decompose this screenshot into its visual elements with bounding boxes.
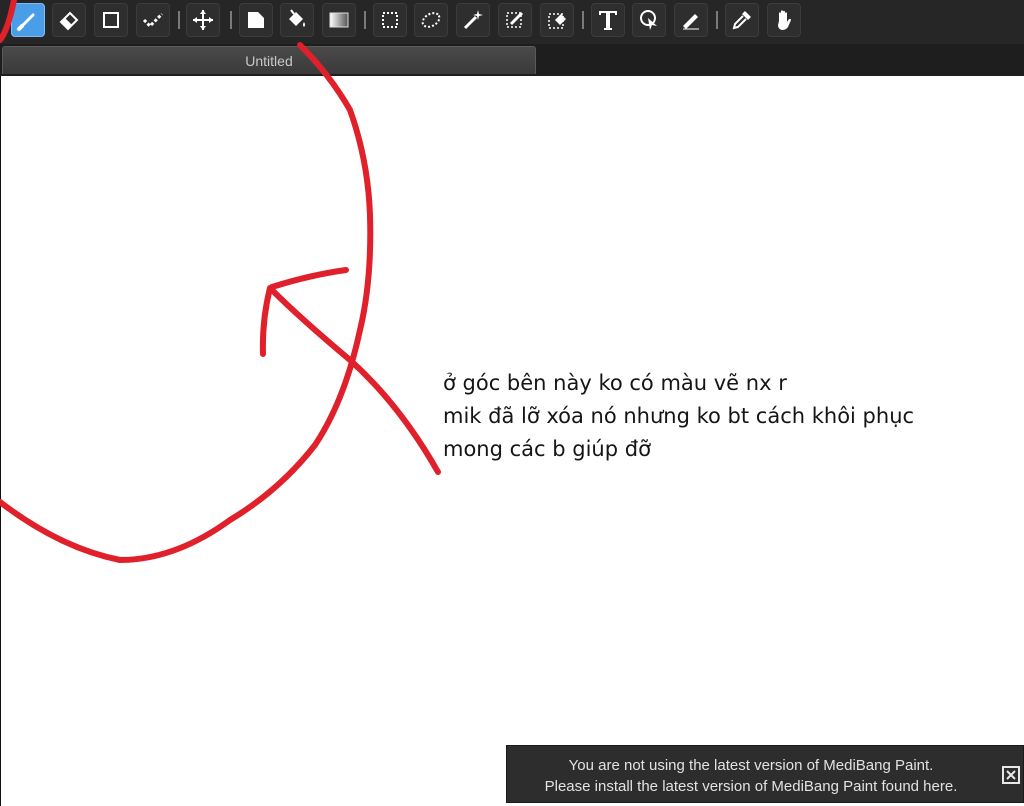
pen-icon: [683, 14, 699, 30]
note-line: mik đã lỡ xóa nó nhưng ko bt cách khôi p…: [443, 404, 915, 428]
pointer-icon: [640, 10, 657, 30]
select-pen-tool-button[interactable]: [498, 3, 532, 37]
text-T-icon: [599, 11, 617, 30]
document-tab-bar: Untitled: [0, 44, 1024, 77]
brush-icon: [17, 13, 35, 31]
text-tool-button[interactable]: [591, 3, 625, 37]
hand-tool-button[interactable]: [767, 3, 801, 37]
toolbar-separator: [178, 11, 180, 29]
toolbar: [0, 0, 1024, 45]
divide-tool-button[interactable]: [674, 3, 708, 37]
bucket-tool-button[interactable]: [280, 3, 314, 37]
brush-tool-button[interactable]: [11, 3, 45, 37]
eraser-tool-button[interactable]: [52, 3, 86, 37]
note-line: mong các b giúp đỡ: [443, 437, 651, 461]
fill-tool-button[interactable]: [239, 3, 273, 37]
eyedropper-icon: [732, 11, 751, 30]
select-pen-icon: [506, 11, 524, 28]
select-tool-button[interactable]: [373, 3, 407, 37]
dotted-line-icon: [142, 12, 164, 29]
close-notice-button[interactable]: [1002, 766, 1020, 784]
operation-tool-button[interactable]: [632, 3, 666, 37]
eraser-icon: [59, 11, 79, 31]
hand-icon: [778, 10, 791, 30]
toolbar-separator: [716, 11, 718, 29]
lasso-icon: [421, 12, 441, 28]
toolbar-separator: [230, 11, 232, 29]
magic-wand-tool-button[interactable]: [456, 3, 490, 37]
fill-square-icon: [248, 12, 264, 28]
square-icon: [103, 12, 119, 28]
gradient-icon: [329, 12, 349, 28]
magic-wand-icon: [463, 10, 483, 30]
close-icon: [1006, 770, 1016, 780]
rect-select-icon: [382, 12, 398, 28]
update-notice-line2[interactable]: Please install the latest version of Med…: [507, 778, 995, 795]
update-notice-line1: You are not using the latest version of …: [568, 757, 934, 774]
lasso-tool-button[interactable]: [414, 3, 448, 37]
toolbar-separator: [364, 11, 366, 29]
toolbar-separator: [582, 11, 584, 29]
handwritten-note: ở góc bên này ko có màu vẽ nx r mik đã l…: [443, 367, 914, 466]
note-line: ở góc bên này ko có màu vẽ nx r: [443, 371, 787, 395]
document-tab-untitled[interactable]: Untitled: [2, 46, 536, 74]
shape-tool-button[interactable]: [94, 3, 128, 37]
move-arrows-icon: [193, 10, 213, 30]
select-eraser-icon: [548, 13, 566, 29]
update-notice[interactable]: You are not using the latest version of …: [506, 745, 1024, 803]
eyedropper-tool-button[interactable]: [725, 3, 759, 37]
paint-bucket-icon: [289, 9, 305, 27]
move-tool-button[interactable]: [186, 3, 220, 37]
select-eraser-tool-button[interactable]: [540, 3, 574, 37]
dot-tool-button[interactable]: [136, 3, 170, 37]
gradient-tool-button[interactable]: [322, 3, 356, 37]
